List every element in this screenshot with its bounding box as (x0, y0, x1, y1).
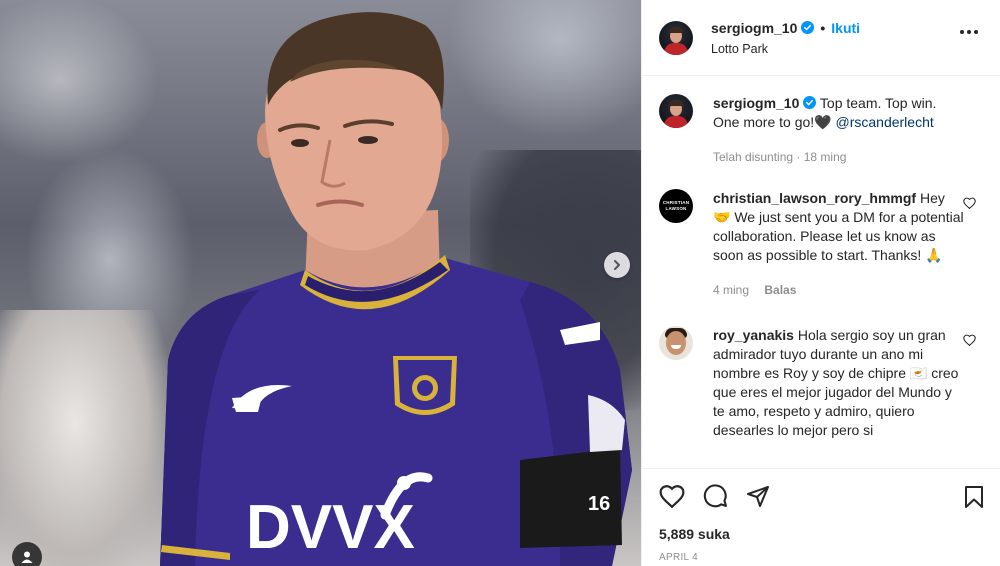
post-actions: 5,889 suka APRIL 4 (642, 468, 1000, 566)
comment-item: CHRISTIAN LAWSON christian_lawson_rory_h… (659, 189, 984, 300)
commenter-username[interactable]: roy_yanakis (713, 327, 794, 343)
follow-button[interactable]: Ikuti (831, 20, 860, 36)
commenter-avatar[interactable] (659, 326, 693, 360)
heart-icon[interactable] (963, 197, 976, 209)
post-location[interactable]: Lotto Park (711, 42, 860, 56)
caption-meta: Telah disunting · 18 ming (713, 150, 847, 164)
user-tag-button[interactable] (12, 542, 42, 566)
likes-count[interactable]: 5,889 suka (659, 526, 984, 542)
post-header: sergiogm_10 • Ikuti Lotto Park (642, 0, 1000, 76)
reply-button[interactable]: Balas (764, 283, 796, 297)
heart-icon[interactable] (963, 334, 976, 346)
comment-icon (703, 484, 727, 508)
more-options-button[interactable] (960, 30, 978, 34)
commenter-username[interactable]: christian_lawson_rory_hmmgf (713, 190, 916, 206)
caption-username[interactable]: sergiogm_10 (713, 95, 799, 111)
like-button[interactable] (659, 484, 685, 508)
verified-icon (803, 96, 817, 109)
comment-text: Hola sergio soy un gran admirador tuyo d… (713, 327, 959, 438)
share-icon (747, 485, 769, 507)
bookmark-icon[interactable] (964, 485, 984, 509)
author-avatar[interactable] (659, 94, 693, 128)
comments-list: sergiogm_10 Top team. Top win. One more … (642, 76, 1000, 468)
separator-dot: • (820, 19, 826, 36)
next-photo-button[interactable] (604, 252, 630, 278)
more-icon (960, 30, 964, 34)
heart-icon (659, 484, 685, 508)
author-avatar[interactable] (659, 20, 693, 55)
avatar-logo-text: LAWSON (665, 206, 687, 211)
author-username[interactable]: sergiogm_10 (711, 20, 797, 36)
share-button[interactable] (746, 484, 770, 508)
comment-item: roy_yanakis Hola sergio soy un gran admi… (659, 326, 984, 440)
instagram-post: DVVX 16 sergiogm_10 • Ikuti Lotto Park s… (0, 0, 1000, 566)
comment-button[interactable] (703, 483, 728, 508)
comment-time[interactable]: 4 ming (713, 283, 749, 297)
user-tag-icon (21, 551, 33, 563)
commenter-avatar[interactable]: CHRISTIAN LAWSON (659, 189, 693, 223)
caption: sergiogm_10 Top team. Top win. One more … (659, 94, 984, 167)
jersey-number: 16 (588, 493, 610, 515)
post-photo[interactable]: DVVX 16 (0, 0, 641, 566)
next-arrow-icon (614, 260, 620, 270)
post-side-panel: sergiogm_10 • Ikuti Lotto Park sergiogm_… (641, 0, 1000, 566)
caption-mention-link[interactable]: @rscanderlecht (836, 114, 934, 130)
post-date[interactable]: APRIL 4 (659, 552, 984, 563)
verified-icon (801, 21, 815, 34)
player-illustration: DVVX 16 (160, 12, 632, 566)
